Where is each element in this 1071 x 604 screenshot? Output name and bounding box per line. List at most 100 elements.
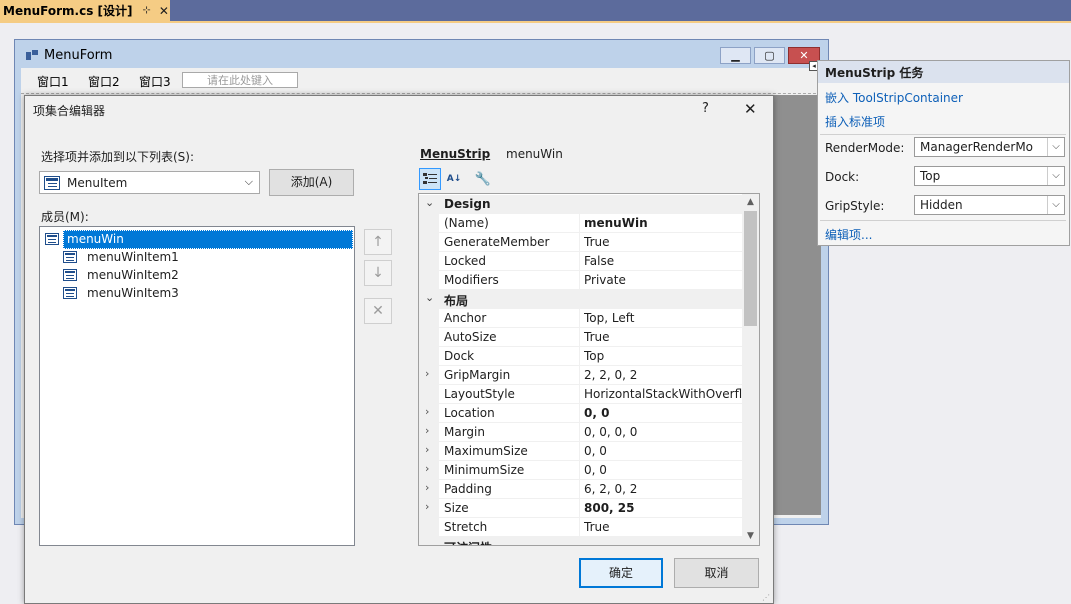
property-row[interactable]: Locked False	[419, 252, 742, 271]
property-value[interactable]: Top, Left	[584, 311, 742, 325]
property-value[interactable]: Private	[584, 273, 742, 287]
add-button[interactable]: 添加(A)	[269, 169, 354, 196]
property-value[interactable]: True	[584, 330, 742, 344]
dock-select[interactable]: Top ⌵	[914, 166, 1065, 186]
menu-item-window3[interactable]: 窗口3	[139, 73, 171, 90]
property-name: AutoSize	[444, 330, 497, 344]
column-separator	[579, 214, 580, 233]
gripstyle-value: Hidden	[920, 198, 963, 212]
rendermode-select[interactable]: ManagerRenderMo ⌵	[914, 137, 1065, 157]
property-value[interactable]: menuWin	[584, 216, 742, 230]
gripstyle-label: GripStyle:	[825, 199, 885, 213]
scroll-up-icon[interactable]: ▲	[742, 194, 759, 211]
column-separator	[579, 347, 580, 366]
minimize-button[interactable]: ▁	[720, 47, 751, 64]
ok-button[interactable]: 确定	[579, 558, 663, 588]
move-down-button[interactable]: ↓	[364, 260, 392, 286]
collapse-icon[interactable]: ⌄	[425, 291, 434, 304]
expand-icon[interactable]: ›	[425, 481, 429, 494]
arrow-up-icon: ↑	[372, 234, 384, 250]
property-row[interactable]: › Location 0, 0	[419, 404, 742, 423]
category-name: 布局	[444, 294, 469, 308]
document-tab[interactable]: MenuForm.cs [设计] ⊹ ✕	[0, 0, 170, 21]
pin-icon[interactable]: ⊹	[143, 5, 151, 16]
expand-icon[interactable]: ›	[425, 405, 429, 418]
property-value[interactable]: HorizontalStackWithOverflc	[584, 387, 742, 401]
category-name: 可访问性	[444, 539, 492, 545]
property-row[interactable]: Dock Top	[419, 347, 742, 366]
chevron-down-icon: ⌵	[1047, 167, 1064, 185]
property-value[interactable]: 0, 0	[584, 406, 742, 420]
property-value[interactable]: Top	[584, 349, 742, 363]
wrench-icon: 🔧	[474, 171, 492, 187]
dock-label: Dock:	[825, 170, 860, 184]
property-row[interactable]: Stretch True	[419, 518, 742, 537]
property-name: Locked	[444, 254, 486, 268]
property-value[interactable]: 0, 0	[584, 444, 742, 458]
expand-icon[interactable]: ›	[425, 443, 429, 456]
menu-type-here-box[interactable]: 请在此处键入	[182, 72, 298, 88]
property-value[interactable]: 6, 2, 0, 2	[584, 482, 742, 496]
collapse-icon[interactable]: ⌄	[425, 538, 434, 545]
property-row[interactable]: › Size 800, 25	[419, 499, 742, 518]
minimize-icon: ▁	[731, 49, 740, 62]
insert-standard-items-link[interactable]: 插入标准项	[825, 113, 885, 130]
property-value[interactable]: 800, 25	[584, 501, 742, 515]
tasks-divider	[820, 220, 1066, 221]
property-row[interactable]: › MaximumSize 0, 0	[419, 442, 742, 461]
property-row[interactable]: › Padding 6, 2, 0, 2	[419, 480, 742, 499]
property-row[interactable]: › GripMargin 2, 2, 0, 2	[419, 366, 742, 385]
property-value[interactable]: 0, 0	[584, 463, 742, 477]
scrollbar-thumb[interactable]	[744, 211, 757, 326]
property-row[interactable]: (Name) menuWin	[419, 214, 742, 233]
property-value[interactable]: 2, 2, 0, 2	[584, 368, 742, 382]
resize-grip-icon[interactable]: ⋰	[762, 593, 772, 603]
alphabetical-button[interactable]: A↓	[443, 168, 465, 190]
property-category[interactable]: ⌄ 可访问性	[419, 537, 742, 545]
property-row[interactable]: › MinimumSize 0, 0	[419, 461, 742, 480]
property-category[interactable]: ⌄ Design	[419, 195, 742, 214]
collapse-icon[interactable]: ⌄	[425, 196, 434, 209]
dialog-close-button[interactable]: ✕	[744, 100, 757, 118]
property-row[interactable]: GenerateMember True	[419, 233, 742, 252]
property-row[interactable]: Anchor Top, Left	[419, 309, 742, 328]
property-name: GripMargin	[444, 368, 511, 382]
expand-icon[interactable]: ›	[425, 367, 429, 380]
menu-item-window2[interactable]: 窗口2	[88, 73, 120, 90]
property-row[interactable]: LayoutStyle HorizontalStackWithOverflc	[419, 385, 742, 404]
form-title: MenuForm	[44, 48, 113, 63]
gripstyle-select[interactable]: Hidden ⌵	[914, 195, 1065, 215]
cancel-button[interactable]: 取消	[674, 558, 759, 588]
list-item[interactable]: menuWinItem3	[84, 285, 182, 302]
categorized-button[interactable]	[419, 168, 441, 190]
move-up-button[interactable]: ↑	[364, 229, 392, 255]
property-pages-button[interactable]: 🔧	[472, 168, 494, 190]
list-item[interactable]: menuWinItem1	[84, 249, 182, 266]
expand-icon[interactable]: ›	[425, 462, 429, 475]
column-separator	[579, 518, 580, 537]
close-tab-icon[interactable]: ✕	[159, 4, 169, 18]
property-row[interactable]: › Margin 0, 0, 0, 0	[419, 423, 742, 442]
expand-icon[interactable]: ›	[425, 500, 429, 513]
column-separator	[579, 366, 580, 385]
embed-toolstripcontainer-link[interactable]: 嵌入 ToolStripContainer	[825, 89, 963, 106]
property-row[interactable]: AutoSize True	[419, 328, 742, 347]
list-item-menuwin[interactable]: menuWin	[63, 230, 353, 249]
property-value[interactable]: True	[584, 235, 742, 249]
help-button[interactable]: ?	[702, 101, 709, 116]
property-value[interactable]: False	[584, 254, 742, 268]
item-type-combo[interactable]: MenuItem ⌵	[39, 171, 260, 194]
menu-item-icon	[63, 251, 77, 263]
property-value[interactable]: 0, 0, 0, 0	[584, 425, 742, 439]
scroll-down-icon[interactable]: ▼	[742, 528, 759, 545]
expand-icon[interactable]: ›	[425, 424, 429, 437]
property-category[interactable]: ⌄ 布局	[419, 290, 742, 309]
menu-item-icon	[63, 287, 77, 299]
menu-item-window1[interactable]: 窗口1	[37, 73, 69, 90]
property-row[interactable]: Modifiers Private	[419, 271, 742, 290]
maximize-button[interactable]: ▢	[754, 47, 785, 64]
property-value[interactable]: True	[584, 520, 742, 534]
list-item[interactable]: menuWinItem2	[84, 267, 182, 284]
remove-button[interactable]: ✕	[364, 298, 392, 324]
edit-items-link[interactable]: 编辑项...	[825, 226, 872, 243]
